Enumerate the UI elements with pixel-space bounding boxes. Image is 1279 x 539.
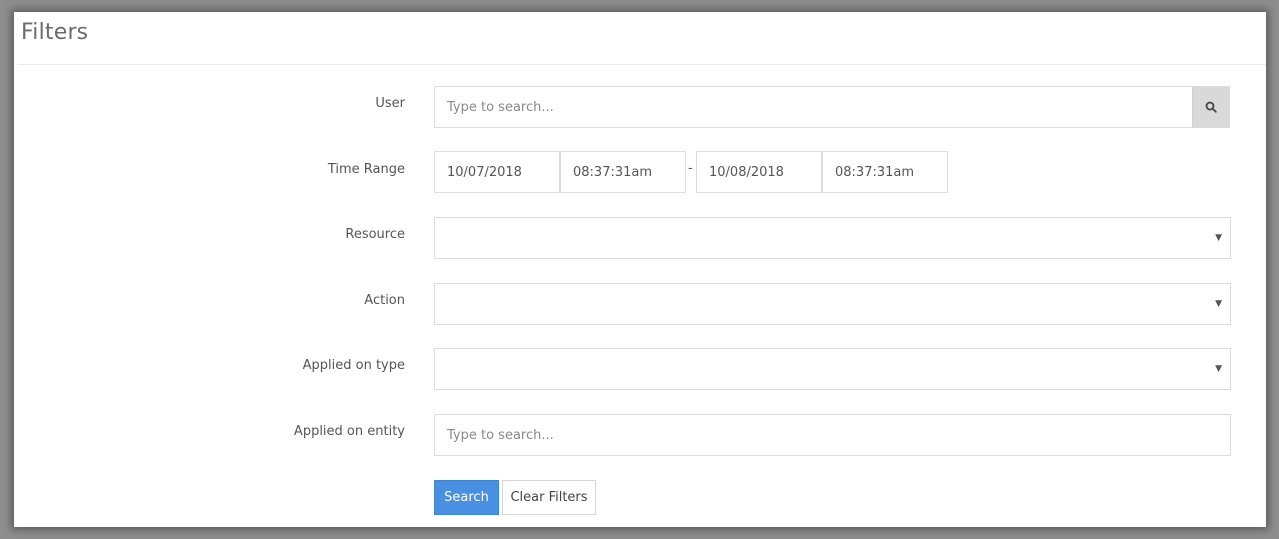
resource-select[interactable]: ▼ [434,217,1231,259]
applied-on-entity-label: Applied on entity [293,424,405,439]
search-icon [1205,101,1217,113]
applied-on-entity-field [434,414,1231,456]
filters-panel: Filters User Time Range 10/07/2018 08:37… [14,12,1266,527]
action-select[interactable]: ▼ [434,283,1231,325]
search-button[interactable]: Search [434,480,499,515]
time-range-label: Time Range [327,162,405,177]
end-time-input[interactable]: 08:37:31am [822,151,948,193]
user-search-field [434,86,1230,128]
end-date-input[interactable]: 10/08/2018 [696,151,822,193]
caret-down-icon: ▼ [1215,233,1222,243]
start-date-input[interactable]: 10/07/2018 [434,151,560,193]
end-date-value: 10/08/2018 [709,164,784,180]
start-time-value: 08:37:31am [573,164,653,180]
user-search-input[interactable] [435,87,1229,127]
panel-title: Filters [21,20,89,45]
resource-label: Resource [345,227,405,242]
caret-down-icon: ▼ [1215,364,1222,374]
applied-on-entity-input[interactable] [435,415,1230,455]
caret-down-icon: ▼ [1215,299,1222,309]
end-time-value: 08:37:31am [835,164,915,180]
start-time-input[interactable]: 08:37:31am [560,151,686,193]
range-separator: - [688,161,693,176]
action-label: Action [364,293,405,308]
user-search-button[interactable] [1192,87,1229,127]
applied-on-type-select[interactable]: ▼ [434,348,1231,390]
clear-filters-button[interactable]: Clear Filters [502,480,596,515]
title-divider [18,64,1266,65]
start-date-value: 10/07/2018 [447,164,522,180]
applied-on-type-label: Applied on type [302,358,405,373]
user-label: User [375,96,405,111]
